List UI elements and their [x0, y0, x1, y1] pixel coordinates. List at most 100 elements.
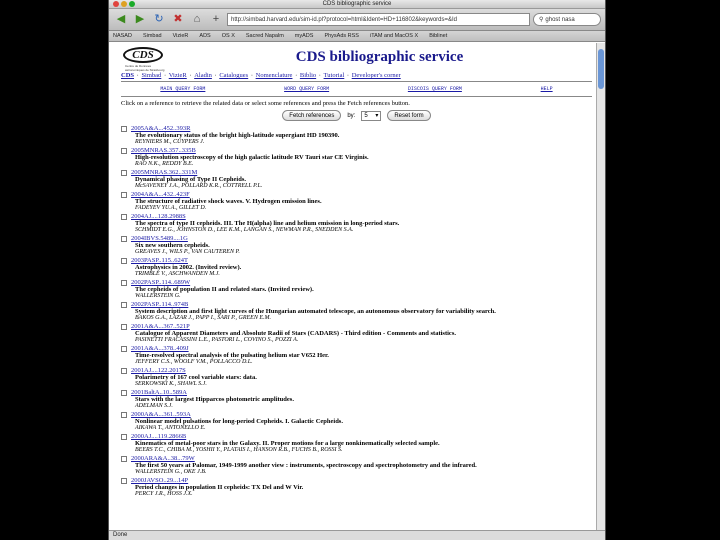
reference-authors: PERCY J.R., HOSS J.X. — [135, 491, 193, 497]
bookmark-item[interactable]: PhysAds RSS — [324, 33, 359, 39]
nav-link-catalogues[interactable]: Catalogues — [219, 72, 248, 79]
discois-query-form-link[interactable]: DISCOIS QUERY FORM — [408, 86, 462, 92]
bookmark-item[interactable]: Biblinet — [429, 33, 447, 39]
nav-link-aladin[interactable]: Aladin — [194, 72, 212, 79]
reference-checkbox[interactable] — [121, 434, 127, 440]
reload-icon[interactable]: ↻ — [151, 13, 167, 27]
reset-form-button[interactable]: Reset form — [387, 110, 431, 121]
reference-checkbox[interactable] — [121, 214, 127, 220]
reference-row: 2002PASP..114..974B System description an… — [121, 301, 592, 322]
scroll-thumb[interactable] — [598, 49, 604, 89]
search-value: ghost nasa — [545, 16, 575, 23]
help-link[interactable]: HELP — [541, 86, 553, 92]
page-content: CDS Centre de Données astronomiques de S… — [109, 43, 598, 530]
reference-body: 2004A&A...432..423F The structure of radi… — [131, 191, 592, 212]
nav-link-developers[interactable]: Developer's corner — [352, 72, 401, 79]
reference-checkbox[interactable] — [121, 148, 127, 154]
fetch-references-button[interactable]: Fetch references — [282, 110, 342, 121]
bibcode-link[interactable]: 2000ARA&A..38...79W — [131, 455, 592, 462]
url-field[interactable]: http://simbad.harvard.edu/sim-id.pl?prot… — [227, 13, 530, 26]
bibcode-link[interactable]: 2004IBVS.5489....1G — [131, 235, 592, 242]
bibcode-link[interactable]: 2005A&A...452..393R — [131, 125, 592, 132]
bibcode-link[interactable]: 2000A&A...361..593A — [131, 411, 592, 418]
bookmark-item[interactable]: VizieR — [173, 33, 189, 39]
nav-link-biblio[interactable]: Biblio — [300, 72, 316, 79]
site-nav: CDS · Simbad · VizieR · Aladin · Catalog… — [121, 72, 401, 79]
vertical-scrollbar[interactable] — [596, 43, 605, 530]
bibcode-link[interactable]: 2002PASP..114..974B — [131, 301, 592, 308]
reference-title: Stars with the largest Hipparcos photome… — [135, 396, 294, 403]
bibcode-link[interactable]: 2005MNRAS.357..335B — [131, 147, 592, 154]
bibcode-link[interactable]: 2000JAVSO..29...14P — [131, 477, 592, 484]
main-query-form-link[interactable]: MAIN QUERY FORM — [160, 86, 205, 92]
reference-title: High-resolution spectroscopy of the high… — [135, 154, 369, 161]
reference-checkbox[interactable] — [121, 258, 127, 264]
reference-authors: JEFFERY C.S., WOOLF V.M., POLLACCO D.L. — [135, 359, 253, 365]
reference-checkbox[interactable] — [121, 236, 127, 242]
reference-body: 2001BaltA..10..589A Stars with the larges… — [131, 389, 592, 410]
bibcode-link[interactable]: 2001AJ....122.2017S — [131, 367, 592, 374]
bookmark-item[interactable]: OS X — [222, 33, 235, 39]
reference-authors: TRIMBLE V., ASCHWANDEN M.J. — [135, 271, 220, 277]
reference-row: 2005MNRAS.362..331M Dynamical phasing of … — [121, 169, 592, 190]
close-window-button[interactable] — [113, 1, 119, 7]
back-arrow-icon[interactable]: ◀ — [113, 13, 129, 27]
bookmark-item[interactable]: ADS — [199, 33, 210, 39]
reference-authors: GREAVES J., WILS P., VAN CAUTEREN P. — [135, 249, 240, 255]
minimize-window-button[interactable] — [121, 1, 127, 7]
bookmark-item[interactable]: myADS — [295, 33, 314, 39]
reference-body: 2000A&A...361..593A Nonlinear model pulsa… — [131, 411, 592, 432]
reference-row: 2000JAVSO..29...14P Period changes in pop… — [121, 477, 592, 498]
reference-checkbox[interactable] — [121, 478, 127, 484]
bibcode-link[interactable]: 2002PASP..114..689W — [131, 279, 592, 286]
reference-checkbox[interactable] — [121, 346, 127, 352]
bibcode-link[interactable]: 2004A&A...432..423F — [131, 191, 592, 198]
bookmark-item[interactable]: iTAM and MacOS X — [370, 33, 418, 39]
stop-icon[interactable]: ✖ — [170, 13, 186, 27]
reference-checkbox[interactable] — [121, 126, 127, 132]
reference-checkbox[interactable] — [121, 170, 127, 176]
search-field[interactable]: ⚲ ghost nasa — [533, 13, 601, 26]
zoom-window-button[interactable] — [129, 1, 135, 7]
bibcode-link[interactable]: 2001A&A...378..409J — [131, 345, 592, 352]
reference-row: 2005MNRAS.357..335B High-resolution spect… — [121, 147, 592, 168]
bibcode-link[interactable]: 2001BaltA..10..589A — [131, 389, 592, 396]
reference-body: 2000JAVSO..29...14P Period changes in pop… — [131, 477, 592, 498]
by-select[interactable]: 5 ▾ — [361, 110, 382, 121]
nav-link-nomenclature[interactable]: Nomenclature — [256, 72, 293, 79]
reference-row: 2001A&A...367..521P Catalogue of Apparent… — [121, 323, 592, 344]
reference-title: The spectra of type II cepheids. III. Th… — [135, 220, 400, 227]
bookmark-item[interactable]: NASAD — [113, 33, 132, 39]
reference-checkbox[interactable] — [121, 302, 127, 308]
bibcode-link[interactable]: 2005MNRAS.362..331M — [131, 169, 592, 176]
reference-checkbox[interactable] — [121, 280, 127, 286]
reference-checkbox[interactable] — [121, 456, 127, 462]
add-bookmark-icon[interactable]: + — [208, 13, 224, 27]
bibcode-link[interactable]: 2000AJ....119.2866B — [131, 433, 592, 440]
word-query-form-link[interactable]: WORD QUERY FORM — [284, 86, 329, 92]
reference-body: 2002PASP..114..974B System description an… — [131, 301, 592, 322]
home-icon[interactable]: ⌂ — [189, 13, 205, 27]
reference-checkbox[interactable] — [121, 324, 127, 330]
reference-row: 2004AJ....128.2988S The spectra of type I… — [121, 213, 592, 234]
forward-arrow-icon[interactable]: ▶ — [132, 13, 148, 27]
bibcode-link[interactable]: 2001A&A...367..521P — [131, 323, 592, 330]
nav-link-vizier[interactable]: VizieR — [169, 72, 187, 79]
bibcode-link[interactable]: 2004AJ....128.2988S — [131, 213, 592, 220]
reference-row: 2000AJ....119.2866B Kinematics of metal-p… — [121, 433, 592, 454]
reference-checkbox[interactable] — [121, 390, 127, 396]
status-bar: Done — [109, 530, 605, 540]
reference-authors: ADELMAN S.J. — [135, 403, 173, 409]
nav-link-tutorial[interactable]: Tutorial — [324, 72, 345, 79]
bookmark-item[interactable]: Simbad — [143, 33, 162, 39]
reference-title: The structure of radiative shock waves. … — [135, 198, 322, 205]
bookmark-item[interactable]: Sacred Napalm — [246, 33, 284, 39]
cds-logo[interactable]: CDS Centre de Données astronomiques de S… — [121, 45, 167, 72]
reference-checkbox[interactable] — [121, 412, 127, 418]
nav-link-cds[interactable]: CDS — [121, 72, 134, 79]
reference-checkbox[interactable] — [121, 368, 127, 374]
reference-authors: PASINETTI FRACASSINI L.E., PASTORI L., C… — [135, 337, 299, 343]
bibcode-link[interactable]: 2003PASP..115..624T — [131, 257, 592, 264]
reference-checkbox[interactable] — [121, 192, 127, 198]
nav-link-simbad[interactable]: Simbad — [141, 72, 161, 79]
